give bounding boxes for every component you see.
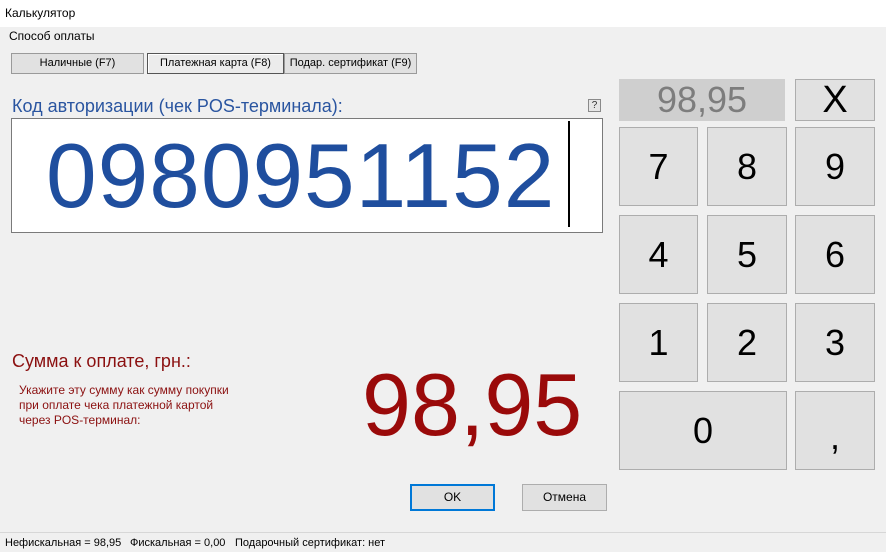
instruction-line: Укажите эту сумму как сумму покупки — [19, 383, 229, 397]
auth-code-value: 0980951152 — [46, 126, 556, 227]
key-1[interactable]: 1 — [619, 303, 698, 382]
key-5[interactable]: 5 — [707, 215, 787, 294]
tab-cash[interactable]: Наличные (F7) — [11, 53, 144, 74]
key-9[interactable]: 9 — [795, 127, 875, 206]
key-6[interactable]: 6 — [795, 215, 875, 294]
text-caret — [568, 121, 570, 227]
tab-payment-card[interactable]: Платежная карта (F8) — [147, 53, 284, 74]
auth-code-input[interactable]: 0980951152 — [11, 118, 603, 233]
window-title: Калькулятор — [5, 6, 76, 20]
status-gift-certificate: Подарочный сертификат: нет — [235, 537, 386, 549]
amount-due-value: 98,95 — [362, 355, 583, 454]
key-4[interactable]: 4 — [619, 215, 698, 294]
status-nonfiscal: Нефискальная = 98,95 — [5, 537, 122, 549]
key-2[interactable]: 2 — [707, 303, 787, 382]
key-3[interactable]: 3 — [795, 303, 875, 382]
key-7[interactable]: 7 — [619, 127, 698, 206]
status-fiscal: Фискальная = 0,00 — [130, 537, 226, 549]
amount-due-label: Сумма к оплате, грн.: — [12, 351, 191, 371]
instruction-line: при оплате чека платежной картой — [19, 398, 214, 412]
help-button[interactable]: ? — [588, 99, 601, 112]
keypad-display: 98,95 — [619, 79, 785, 121]
key-0[interactable]: 0 — [619, 391, 787, 470]
auth-code-label: Код авторизации (чек POS-терминала): — [12, 96, 343, 116]
status-bar: Нефискальная = 98,95 Фискальная = 0,00 П… — [0, 532, 886, 551]
ok-button[interactable]: OK — [410, 484, 495, 511]
key-comma[interactable]: , — [795, 391, 875, 470]
payment-method-label: Способ оплаты — [9, 29, 95, 43]
key-8[interactable]: 8 — [707, 127, 787, 206]
amount-instruction: Укажите эту сумму как сумму покупки при … — [19, 383, 279, 428]
cancel-button[interactable]: Отмена — [522, 484, 607, 511]
tab-gift-certificate[interactable]: Подар. сертификат (F9) — [284, 53, 417, 74]
title-bar: Калькулятор — [0, 0, 886, 27]
instruction-line: через POS-терминал: — [19, 413, 141, 427]
clear-button[interactable]: X — [795, 79, 875, 121]
